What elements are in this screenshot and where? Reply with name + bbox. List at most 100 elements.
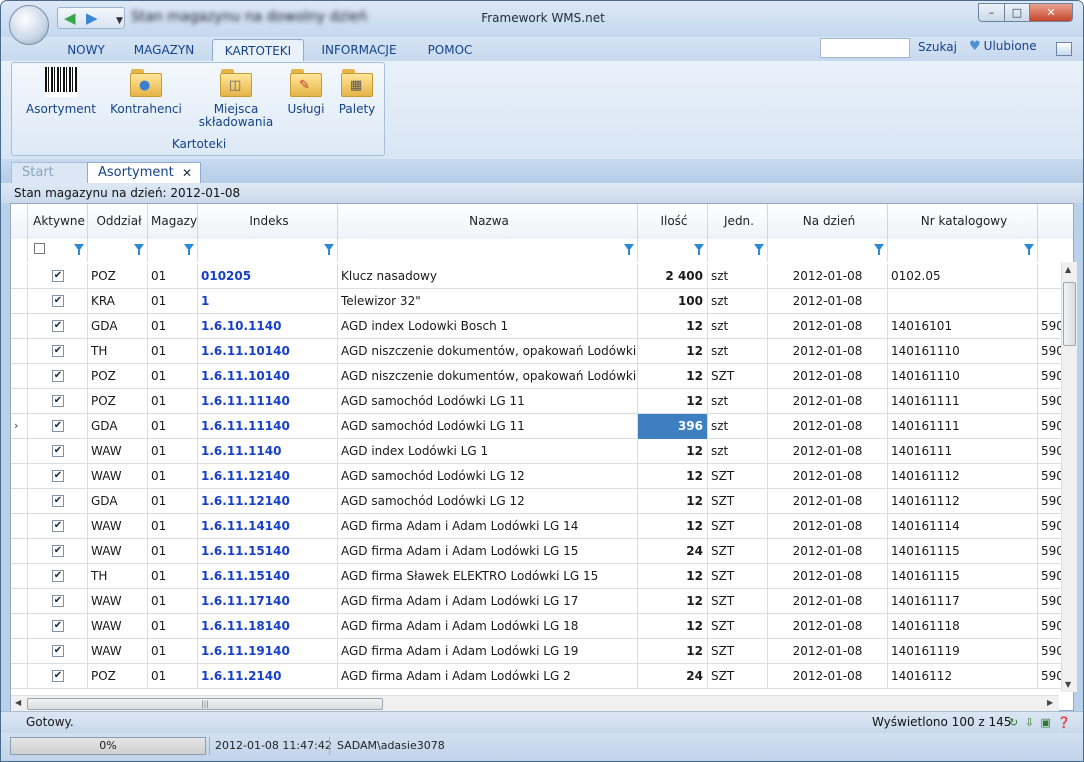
cell-index[interactable]: 1.6.11.1140 [198, 439, 338, 464]
filter-funnel-icon[interactable] [874, 244, 884, 255]
favorites-button[interactable]: ♥ Ulubione [969, 39, 1037, 54]
cell-wh[interactable]: 01 [148, 289, 198, 314]
cell-cat[interactable]: 140161112 [888, 464, 1038, 489]
active-checkbox[interactable]: ✔ [52, 520, 64, 532]
active-checkbox[interactable]: ✔ [52, 620, 64, 632]
col-nazwa[interactable]: Nazwa [338, 204, 638, 239]
cell-name[interactable]: AGD firma Adam i Adam Lodówki LG 17 [338, 589, 638, 614]
cell-qty[interactable]: 12 [638, 639, 708, 664]
filter-funnel-icon[interactable] [134, 244, 144, 255]
cell-wh[interactable]: 01 [148, 589, 198, 614]
cell-cat[interactable]: 140161115 [888, 564, 1038, 589]
table-row[interactable]: › ✔ GDA 01 1.6.11.11140 AGD samochód Lodówki … [11, 414, 1073, 439]
cell-unit[interactable]: SZT [708, 464, 768, 489]
cell-date[interactable]: 2012-01-08 [768, 539, 888, 564]
cell-unit[interactable]: szt [708, 264, 768, 289]
scroll-up-icon[interactable]: ▲ [1065, 265, 1071, 274]
doc-tab-asortyment[interactable]: Asortyment ✕ [87, 162, 201, 183]
table-row[interactable]: ✔ TH 01 1.6.11.10140 AGD niszczenie dokument… [11, 339, 1073, 364]
cell-qty[interactable]: 12 [638, 614, 708, 639]
filter-oddzial[interactable] [88, 239, 148, 262]
cell-date[interactable]: 2012-01-08 [768, 264, 888, 289]
cell-name[interactable]: AGD index Lodówki LG 1 [338, 439, 638, 464]
cell-branch[interactable]: TH [88, 564, 148, 589]
cell-index[interactable]: 1 [198, 289, 338, 314]
cell-aktywne[interactable]: ✔ [28, 339, 88, 364]
filter-funnel-icon[interactable] [74, 244, 84, 255]
filter-funnel-icon[interactable] [694, 244, 704, 255]
horizontal-scroll-thumb[interactable]: ||| [27, 698, 383, 710]
cell-aktywne[interactable]: ✔ [28, 264, 88, 289]
cell-unit[interactable]: SZT [708, 564, 768, 589]
filter-funnel-icon[interactable] [184, 244, 194, 255]
cell-index[interactable]: 1.6.11.15140 [198, 539, 338, 564]
cell-cat[interactable] [888, 289, 1038, 314]
col-nr-katalogowy[interactable]: Nr katalogowy [888, 204, 1038, 239]
settings-icon[interactable]: ▣ [1040, 716, 1050, 729]
cell-branch[interactable]: WAW [88, 589, 148, 614]
cell-name[interactable]: AGD niszczenie dokumentów, opakowań Lodó… [338, 339, 638, 364]
cell-aktywne[interactable]: ✔ [28, 639, 88, 664]
cell-name[interactable]: AGD samochód Lodówki LG 11 [338, 389, 638, 414]
cell-index[interactable]: 1.6.11.19140 [198, 639, 338, 664]
cell-date[interactable]: 2012-01-08 [768, 289, 888, 314]
active-checkbox[interactable]: ✔ [52, 445, 64, 457]
filter-funnel-icon[interactable] [624, 244, 634, 255]
cell-aktywne[interactable]: ✔ [28, 539, 88, 564]
cell-aktywne[interactable]: ✔ [28, 439, 88, 464]
cell-qty[interactable]: 396 [638, 414, 708, 439]
export-icon[interactable]: ⇩ [1025, 716, 1034, 729]
col-indeks[interactable]: Indeks [198, 204, 338, 239]
cell-branch[interactable]: WAW [88, 439, 148, 464]
cell-branch[interactable]: WAW [88, 614, 148, 639]
uslugi-button[interactable]: ✎ Usługi [282, 67, 330, 116]
cell-cat[interactable]: 140161114 [888, 514, 1038, 539]
cell-wh[interactable]: 01 [148, 264, 198, 289]
cell-aktywne[interactable]: ✔ [28, 414, 88, 439]
cell-wh[interactable]: 01 [148, 314, 198, 339]
window-layout-icon[interactable] [1056, 42, 1072, 56]
cell-wh[interactable]: 01 [148, 464, 198, 489]
col-ilosc[interactable]: Ilość [638, 204, 708, 239]
kontrahenci-button[interactable]: ● Kontrahenci [106, 67, 186, 116]
cell-branch[interactable]: TH [88, 339, 148, 364]
cell-index[interactable]: 1.6.11.18140 [198, 614, 338, 639]
cell-cat[interactable]: 140161111 [888, 414, 1038, 439]
table-row[interactable]: ✔ GDA 01 1.6.10.1140 AGD index Lodowki Bosch… [11, 314, 1073, 339]
cell-aktywne[interactable]: ✔ [28, 514, 88, 539]
active-checkbox[interactable]: ✔ [52, 595, 64, 607]
cell-date[interactable]: 2012-01-08 [768, 389, 888, 414]
cell-date[interactable]: 2012-01-08 [768, 564, 888, 589]
vertical-scrollbar[interactable]: ▲ ▼ [1061, 262, 1077, 692]
cell-cat[interactable]: 140161110 [888, 339, 1038, 364]
cell-index[interactable]: 010205 [198, 264, 338, 289]
table-row[interactable]: ✔ GDA 01 1.6.11.12140 AGD samochód Lodówki L… [11, 489, 1073, 514]
cell-unit[interactable]: szt [708, 439, 768, 464]
cell-cat[interactable]: 14016111 [888, 439, 1038, 464]
cell-aktywne[interactable]: ✔ [28, 664, 88, 689]
cell-wh[interactable]: 01 [148, 389, 198, 414]
cell-date[interactable]: 2012-01-08 [768, 639, 888, 664]
cell-aktywne[interactable]: ✔ [28, 589, 88, 614]
cell-qty[interactable]: 12 [638, 439, 708, 464]
filter-na-dzien[interactable] [768, 239, 888, 262]
cell-date[interactable]: 2012-01-08 [768, 439, 888, 464]
cell-cat[interactable]: 140161115 [888, 539, 1038, 564]
cell-cat[interactable]: 140161118 [888, 614, 1038, 639]
cell-qty[interactable]: 12 [638, 464, 708, 489]
cell-date[interactable]: 2012-01-08 [768, 464, 888, 489]
cell-wh[interactable]: 01 [148, 564, 198, 589]
table-row[interactable]: ✔ WAW 01 1.6.11.19140 AGD firma Adam i Adam … [11, 639, 1073, 664]
cell-cat[interactable]: 0102.05 [888, 264, 1038, 289]
cell-name[interactable]: AGD firma Adam i Adam Lodówki LG 18 [338, 614, 638, 639]
cell-unit[interactable]: SZT [708, 489, 768, 514]
col-jedn[interactable]: Jedn. [708, 204, 768, 239]
col-oddzial[interactable]: Oddział [88, 204, 148, 239]
filter-magazyn[interactable] [148, 239, 198, 262]
cell-qty[interactable]: 12 [638, 489, 708, 514]
cell-qty[interactable]: 2 400 [638, 264, 708, 289]
cell-name[interactable]: Klucz nasadowy [338, 264, 638, 289]
filter-jedn[interactable] [708, 239, 768, 262]
cell-name[interactable]: AGD niszczenie dokumentów, opakowań Lodó… [338, 364, 638, 389]
cell-wh[interactable]: 01 [148, 664, 198, 689]
